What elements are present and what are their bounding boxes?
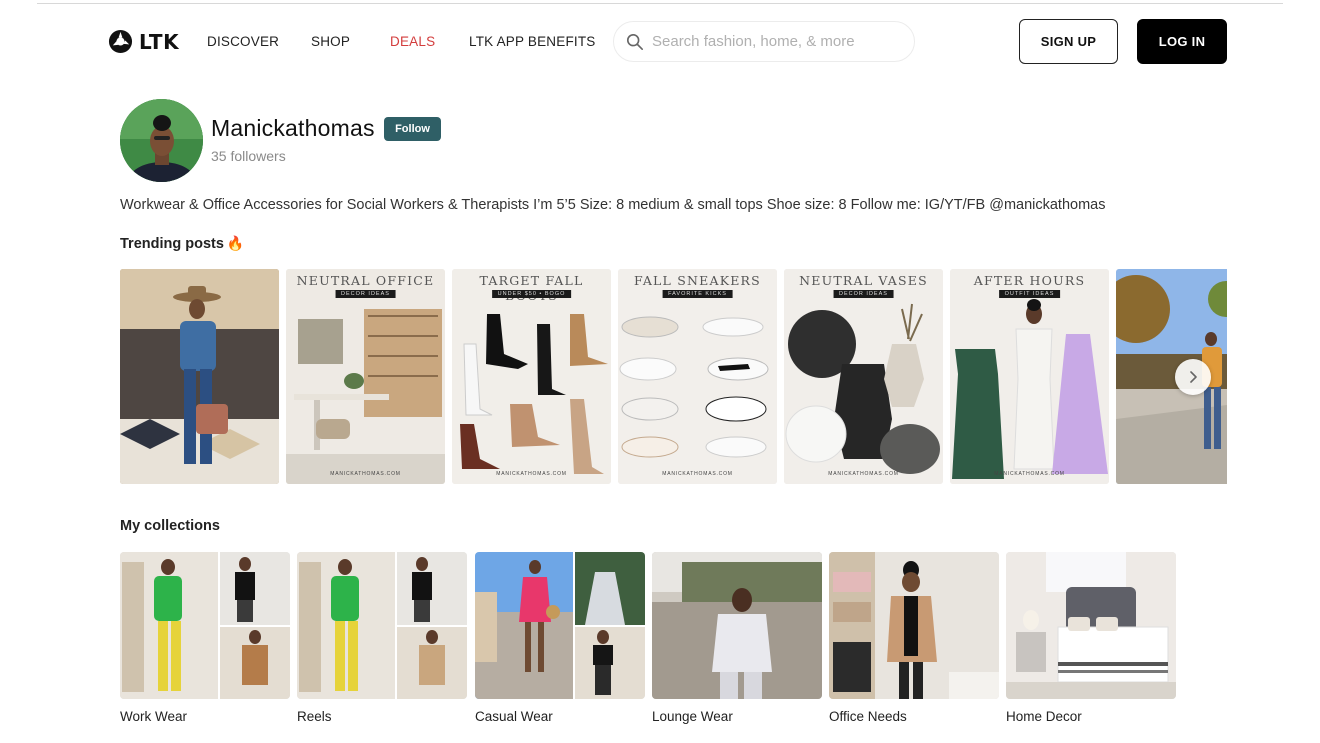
site-header: LTK DISCOVER SHOP DEALS LTK APP BENEFITS… xyxy=(0,0,1320,84)
post-image xyxy=(618,269,777,484)
post-subcaption: UNDER $50 • BOGO xyxy=(491,290,572,298)
nav-deals[interactable]: DEALS xyxy=(390,34,435,49)
post-subcaption: DECOR IDEAS xyxy=(335,290,396,298)
post-image xyxy=(286,269,445,484)
post-image xyxy=(120,269,279,484)
collection-label: Lounge Wear xyxy=(652,709,733,724)
post-caption: NEUTRAL OFFICE xyxy=(296,273,435,288)
collection-thumbnail xyxy=(475,552,645,699)
collection-label: Home Decor xyxy=(1006,709,1082,724)
collection-image xyxy=(297,552,467,699)
trending-post[interactable] xyxy=(120,269,279,484)
trending-post[interactable]: FALL SNEAKERS FAVORITE KICKS MANICKATHOM… xyxy=(618,269,777,484)
post-footer: MANICKATHOMAS.COM xyxy=(662,471,733,477)
collection-card[interactable]: Work Wear xyxy=(120,552,290,724)
collection-label: Office Needs xyxy=(829,709,907,724)
post-caption: TARGET FALL BOOTS xyxy=(479,273,584,303)
nav-shop[interactable]: SHOP xyxy=(311,34,350,49)
ltk-logo-icon xyxy=(108,29,133,54)
collection-card[interactable]: Reels xyxy=(297,552,467,724)
collection-image xyxy=(1006,552,1176,699)
avatar-image xyxy=(120,99,203,182)
nav-ltk-app-benefits[interactable]: LTK APP BENEFITS xyxy=(469,34,596,49)
trending-posts-title: Trending posts 🔥 xyxy=(120,235,244,252)
post-caption: NEUTRAL VASES xyxy=(799,273,928,288)
search-icon xyxy=(626,33,644,50)
chevron-right-icon xyxy=(1190,371,1197,383)
collection-image xyxy=(829,552,999,699)
post-footer: MANICKATHOMAS.COM xyxy=(496,471,567,477)
post-subcaption: OUTFIT IDEAS xyxy=(998,290,1061,298)
search-bar[interactable] xyxy=(613,21,915,62)
my-collections-title: My collections xyxy=(120,518,220,534)
collection-thumbnail xyxy=(1006,552,1176,699)
post-footer: MANICKATHOMAS.COM xyxy=(330,471,401,477)
carousel-next-button[interactable] xyxy=(1175,359,1211,395)
post-footer: MANICKATHOMAS.COM xyxy=(994,471,1065,477)
collection-card[interactable]: Office Needs xyxy=(829,552,999,724)
search-input[interactable] xyxy=(652,33,902,50)
trending-posts-label: Trending posts xyxy=(120,236,224,252)
profile-bio: Workwear & Office Accessories for Social… xyxy=(120,197,1106,213)
trending-post[interactable]: NEUTRAL OFFICE DECOR IDEAS MANICKATHOMAS… xyxy=(286,269,445,484)
followers-count: 35 followers xyxy=(211,148,286,164)
post-image xyxy=(784,269,943,484)
collection-thumbnail xyxy=(652,552,822,699)
trending-post[interactable]: AFTER HOURS OUTFIT IDEAS MANICKATHOMAS.C… xyxy=(950,269,1109,484)
sign-up-button[interactable]: SIGN UP xyxy=(1019,19,1118,64)
collection-label: Work Wear xyxy=(120,709,188,724)
collection-image xyxy=(120,552,290,699)
post-subcaption: FAVORITE KICKS xyxy=(662,290,733,298)
post-footer: MANICKATHOMAS.COM xyxy=(828,471,899,477)
collection-thumbnail xyxy=(120,552,290,699)
collection-label: Reels xyxy=(297,709,332,724)
post-subcaption: DECOR IDEAS xyxy=(833,290,894,298)
trending-post[interactable]: NEUTRAL VASES DECOR IDEAS MANICKATHOMAS.… xyxy=(784,269,943,484)
collection-image xyxy=(652,552,822,699)
collection-card[interactable]: Casual Wear xyxy=(475,552,645,724)
post-image xyxy=(950,269,1109,484)
log-in-button[interactable]: LOG IN xyxy=(1137,19,1227,64)
follow-button[interactable]: Follow xyxy=(384,117,441,141)
collection-thumbnail xyxy=(297,552,467,699)
logo-text: LTK xyxy=(139,29,180,54)
collection-card[interactable]: Lounge Wear xyxy=(652,552,822,724)
collection-card[interactable]: Home Decor xyxy=(1006,552,1176,724)
profile-username: Manickathomas xyxy=(211,115,375,141)
post-caption: FALL SNEAKERS xyxy=(634,273,761,288)
nav-discover[interactable]: DISCOVER xyxy=(207,34,279,49)
trending-posts-carousel: NEUTRAL OFFICE DECOR IDEAS MANICKATHOMAS… xyxy=(120,269,1227,484)
collection-image xyxy=(475,552,645,699)
collection-label: Casual Wear xyxy=(475,709,553,724)
post-caption: AFTER HOURS xyxy=(973,273,1086,288)
fire-icon: 🔥 xyxy=(226,235,245,251)
ltk-logo[interactable]: LTK xyxy=(108,29,179,54)
avatar[interactable] xyxy=(120,99,203,182)
trending-post[interactable]: TARGET FALL BOOTS UNDER $50 • BOGO MANIC… xyxy=(452,269,611,484)
collection-thumbnail xyxy=(829,552,999,699)
